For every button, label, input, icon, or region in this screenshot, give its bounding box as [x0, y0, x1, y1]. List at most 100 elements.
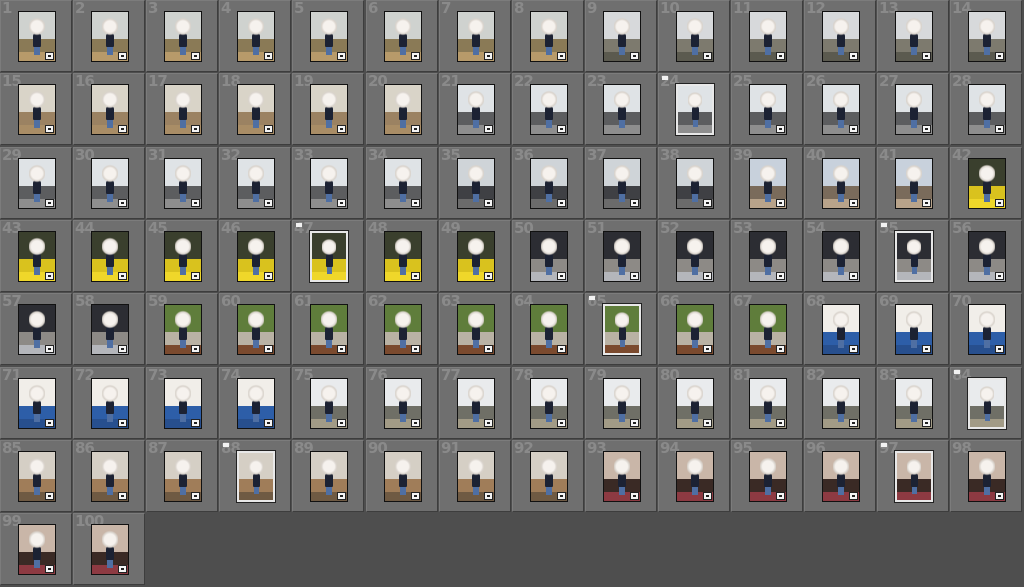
edit-badge-icon[interactable]: [118, 125, 127, 133]
photo-thumbnail[interactable]: [164, 378, 202, 429]
photo-thumbnail[interactable]: [895, 11, 933, 62]
photo-thumbnail[interactable]: [749, 231, 787, 282]
edit-badge-icon[interactable]: [191, 345, 200, 353]
photo-thumbnail[interactable]: [968, 378, 1006, 429]
edit-badge-icon[interactable]: [45, 419, 54, 427]
grid-cell[interactable]: 28: [950, 72, 1022, 145]
edit-badge-icon[interactable]: [484, 52, 493, 60]
edit-badge-icon[interactable]: [264, 419, 273, 427]
photo-thumbnail[interactable]: [237, 84, 275, 135]
edit-badge-icon[interactable]: [630, 492, 639, 500]
photo-thumbnail[interactable]: [603, 84, 641, 135]
photo-thumbnail[interactable]: [530, 11, 568, 62]
photo-thumbnail[interactable]: [603, 451, 641, 502]
grid-cell[interactable]: 86: [73, 439, 145, 512]
photo-thumbnail[interactable]: [91, 11, 129, 62]
photo-thumbnail[interactable]: [384, 158, 422, 209]
photo-thumbnail[interactable]: [749, 158, 787, 209]
grid-cell[interactable]: 46: [219, 219, 291, 292]
edit-badge-icon[interactable]: [776, 199, 785, 207]
edit-badge-icon[interactable]: [703, 199, 712, 207]
photo-thumbnail[interactable]: [237, 378, 275, 429]
photo-thumbnail[interactable]: [457, 378, 495, 429]
edit-badge-icon[interactable]: [995, 52, 1004, 60]
photo-thumbnail[interactable]: [822, 304, 860, 355]
grid-cell[interactable]: 22: [512, 72, 584, 145]
grid-cell[interactable]: 87: [146, 439, 218, 512]
photo-thumbnail[interactable]: [91, 304, 129, 355]
edit-badge-icon[interactable]: [849, 272, 858, 280]
edit-badge-icon[interactable]: [776, 272, 785, 280]
photo-thumbnail[interactable]: [18, 304, 56, 355]
grid-cell[interactable]: 77: [439, 366, 511, 439]
photo-thumbnail[interactable]: [822, 84, 860, 135]
grid-cell[interactable]: 29: [0, 146, 72, 219]
edit-badge-icon[interactable]: [118, 52, 127, 60]
grid-cell[interactable]: 50: [512, 219, 584, 292]
edit-badge-icon[interactable]: [264, 52, 273, 60]
edit-badge-icon[interactable]: [264, 199, 273, 207]
photo-thumbnail[interactable]: [676, 451, 714, 502]
edit-badge-icon[interactable]: [191, 419, 200, 427]
edit-badge-icon[interactable]: [484, 419, 493, 427]
grid-cell[interactable]: 38: [658, 146, 730, 219]
photo-thumbnail[interactable]: [749, 11, 787, 62]
edit-badge-icon[interactable]: [922, 419, 931, 427]
photo-thumbnail[interactable]: [18, 378, 56, 429]
photo-thumbnail[interactable]: [676, 11, 714, 62]
grid-cell[interactable]: 98: [950, 439, 1022, 512]
photo-thumbnail[interactable]: [676, 84, 714, 135]
edit-badge-icon[interactable]: [411, 125, 420, 133]
edit-badge-icon[interactable]: [703, 52, 712, 60]
edit-badge-icon[interactable]: [995, 199, 1004, 207]
grid-cell[interactable]: 13: [877, 0, 949, 72]
grid-cell[interactable]: 6: [366, 0, 438, 72]
edit-badge-icon[interactable]: [849, 345, 858, 353]
grid-cell[interactable]: 35: [439, 146, 511, 219]
photo-thumbnail[interactable]: [18, 84, 56, 135]
grid-cell[interactable]: 82: [804, 366, 876, 439]
grid-cell[interactable]: 24: [658, 72, 730, 145]
edit-badge-icon[interactable]: [118, 492, 127, 500]
grid-cell[interactable]: 8: [512, 0, 584, 72]
photo-thumbnail[interactable]: [457, 11, 495, 62]
edit-badge-icon[interactable]: [484, 272, 493, 280]
edit-badge-icon[interactable]: [411, 419, 420, 427]
edit-badge-icon[interactable]: [45, 199, 54, 207]
grid-cell[interactable]: 51: [585, 219, 657, 292]
grid-cell[interactable]: 27: [877, 72, 949, 145]
edit-badge-icon[interactable]: [995, 492, 1004, 500]
grid-cell[interactable]: 42: [950, 146, 1022, 219]
photo-thumbnail[interactable]: [18, 231, 56, 282]
edit-badge-icon[interactable]: [45, 125, 54, 133]
photo-thumbnail[interactable]: [164, 158, 202, 209]
photo-thumbnail[interactable]: [676, 158, 714, 209]
grid-cell[interactable]: 26: [804, 72, 876, 145]
edit-badge-icon[interactable]: [557, 345, 566, 353]
edit-badge-icon[interactable]: [45, 565, 54, 573]
grid-cell[interactable]: 59: [146, 292, 218, 365]
photo-thumbnail[interactable]: [310, 451, 348, 502]
grid-cell[interactable]: 39: [731, 146, 803, 219]
photo-thumbnail[interactable]: [822, 378, 860, 429]
edit-badge-icon[interactable]: [995, 272, 1004, 280]
photo-thumbnail[interactable]: [822, 158, 860, 209]
photo-thumbnail[interactable]: [164, 84, 202, 135]
grid-cell[interactable]: 73: [146, 366, 218, 439]
photo-thumbnail[interactable]: [895, 378, 933, 429]
grid-cell[interactable]: 99: [0, 512, 72, 585]
edit-badge-icon[interactable]: [995, 125, 1004, 133]
edit-badge-icon[interactable]: [484, 199, 493, 207]
edit-badge-icon[interactable]: [849, 125, 858, 133]
photo-thumbnail[interactable]: [310, 158, 348, 209]
photo-thumbnail[interactable]: [676, 378, 714, 429]
photo-thumbnail[interactable]: [91, 84, 129, 135]
grid-cell[interactable]: 54: [804, 219, 876, 292]
photo-thumbnail[interactable]: [603, 231, 641, 282]
edit-badge-icon[interactable]: [411, 272, 420, 280]
photo-thumbnail[interactable]: [968, 11, 1006, 62]
edit-badge-icon[interactable]: [337, 345, 346, 353]
edit-badge-icon[interactable]: [118, 199, 127, 207]
photo-thumbnail[interactable]: [822, 11, 860, 62]
edit-badge-icon[interactable]: [411, 199, 420, 207]
